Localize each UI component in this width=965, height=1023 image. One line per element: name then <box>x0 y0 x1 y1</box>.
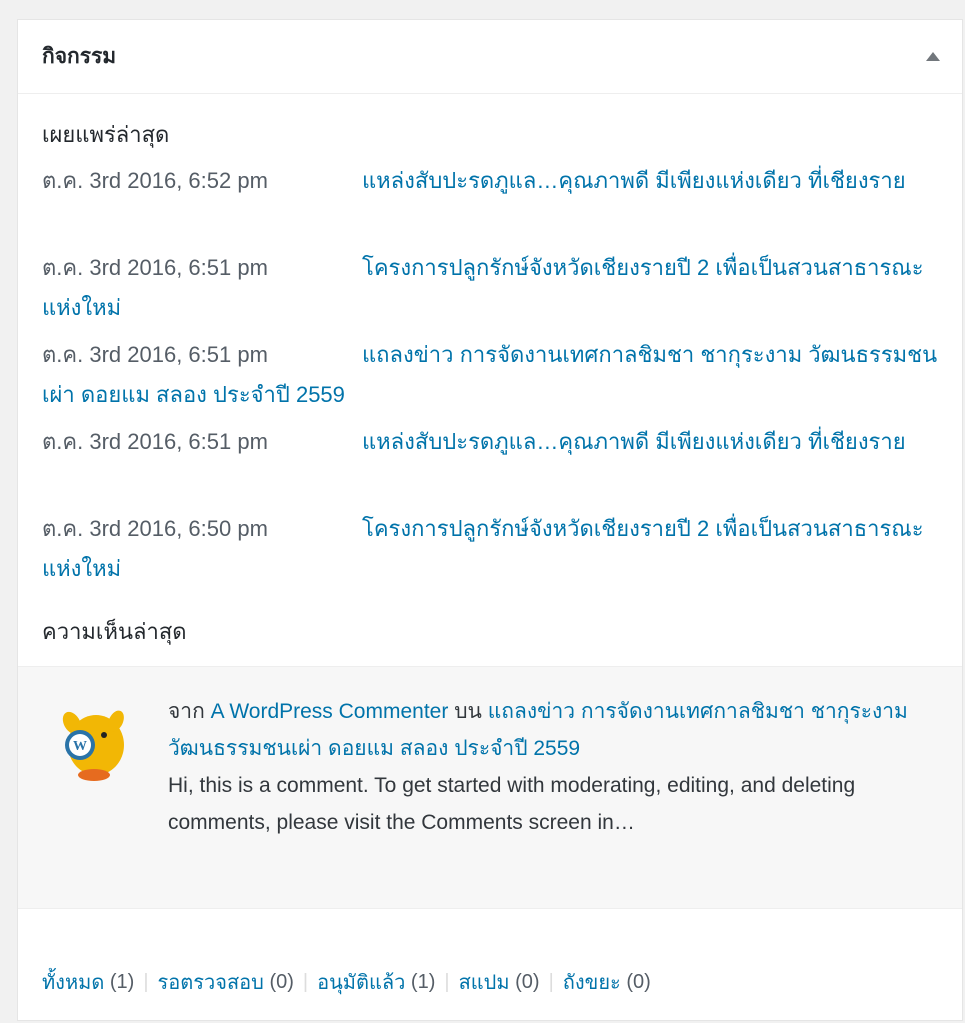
comment-author-link[interactable]: A WordPress Commenter <box>211 700 449 723</box>
filter-approved-link[interactable]: อนุมัติแล้ว <box>317 966 405 998</box>
filter-trash-count: (0) <box>626 970 651 993</box>
published-item: ต.ค. 3rd 2016, 6:51 pm แหล่งสับปะรดภูแล…ค… <box>42 422 938 509</box>
svg-text:W: W <box>73 739 87 754</box>
published-date: ต.ค. 3rd 2016, 6:51 pm <box>42 255 268 280</box>
comment-on-label: บน <box>454 700 482 723</box>
comment-item: W จาก A WordPress Commenter บน แถลงข่าว … <box>18 666 962 909</box>
published-post-link[interactable]: แหล่งสับปะรดภูแล…คุณภาพดี มีเพียงแห่งเดี… <box>362 168 906 193</box>
separator: | <box>444 970 450 993</box>
widget-title: กิจกรรม <box>42 45 117 68</box>
recent-comments-title: ความเห็นล่าสุด <box>42 618 187 644</box>
collapse-toggle-icon[interactable] <box>926 52 940 61</box>
separator: | <box>548 970 554 993</box>
filter-pending-link[interactable]: รอตรวจสอบ <box>158 966 264 998</box>
comment-content: จาก A WordPress Commenter บน แถลงข่าว กา… <box>168 693 938 841</box>
comment-excerpt: Hi, this is a comment. To get started wi… <box>168 774 856 834</box>
separator: | <box>302 970 309 993</box>
published-date: ต.ค. 3rd 2016, 6:51 pm <box>42 429 268 454</box>
filter-spam-link[interactable]: สแปม <box>459 966 510 998</box>
published-item: ต.ค. 3rd 2016, 6:51 pm โครงการปลูกรักษ์จั… <box>42 248 938 335</box>
published-date: ต.ค. 3rd 2016, 6:52 pm <box>42 168 268 193</box>
comment-filter-links: ทั้งหมด (1) | รอตรวจสอบ (0) | อนุมัติแล้… <box>42 966 651 998</box>
filter-approved-count: (1) <box>410 970 436 993</box>
wapuu-avatar-icon: W <box>62 710 124 781</box>
filter-spam-count: (0) <box>515 970 540 993</box>
published-item: ต.ค. 3rd 2016, 6:52 pm แหล่งสับปะรดภูแล…ค… <box>42 161 938 248</box>
filter-pending-count: (0) <box>269 970 294 993</box>
separator: | <box>143 970 149 993</box>
comment-from-label: จาก <box>168 700 205 723</box>
published-date: ต.ค. 3rd 2016, 6:51 pm <box>42 342 268 367</box>
published-item: ต.ค. 3rd 2016, 6:51 pm แถลงข่าว การจัดงาน… <box>42 335 938 422</box>
filter-trash-link[interactable]: ถังขยะ <box>563 966 621 998</box>
activity-widget: กิจกรรม เผยแพร่ล่าสุด ต.ค. 3rd 2016, 6:5… <box>17 19 963 1021</box>
published-post-link[interactable]: แหล่งสับปะรดภูแล…คุณภาพดี มีเพียงแห่งเดี… <box>362 429 906 454</box>
recent-published-list: ต.ค. 3rd 2016, 6:52 pm แหล่งสับปะรดภูแล…ค… <box>18 161 962 596</box>
filter-all-link[interactable]: ทั้งหมด <box>42 966 104 998</box>
recent-published-heading: เผยแพร่ล่าสุด <box>42 122 170 147</box>
recent-comments-heading: ความเห็นล่าสุด <box>18 596 962 666</box>
published-item: ต.ค. 3rd 2016, 6:50 pm โครงการปลูกรักษ์จั… <box>42 509 938 596</box>
published-date: ต.ค. 3rd 2016, 6:50 pm <box>42 516 268 541</box>
filter-all-count: (1) <box>109 970 135 993</box>
widget-header: กิจกรรม <box>18 20 962 94</box>
